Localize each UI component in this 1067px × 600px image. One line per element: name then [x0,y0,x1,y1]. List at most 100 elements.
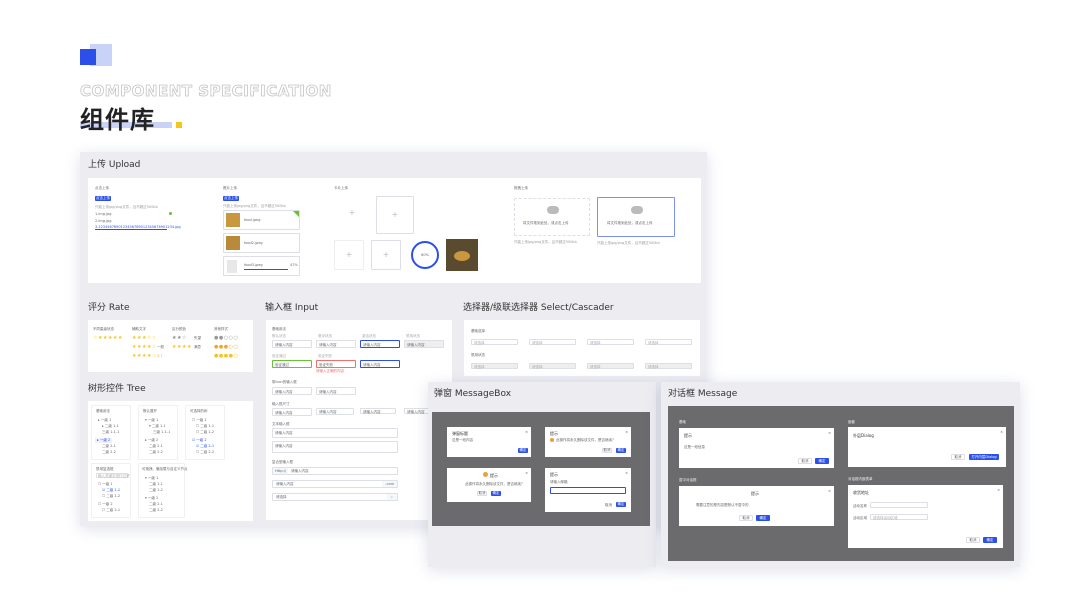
input-default[interactable]: 请输入内容 [272,340,312,348]
photo-upload-button[interactable]: 点击上传 [223,196,239,201]
upload-button[interactable]: 点击上传 [95,196,111,201]
input-medium[interactable]: 请输入内容 [316,408,354,415]
tree-checkable: 可选择的树 ☐ 一级 1 ☐ 二级 1-1 ☐ 二级 1-2 ☑ 一级 2 ☑ … [185,405,225,460]
input-select-style[interactable]: 请输入内容 [360,360,400,368]
rate-circles[interactable]: ●●●●○ [214,353,238,359]
confirm-button[interactable]: 确定 [616,448,626,453]
select-basic[interactable]: 请选择 [529,339,576,345]
select-basic[interactable]: 请选择 [587,339,634,345]
cancel-button[interactable]: 取消 [602,448,612,453]
input-large[interactable]: 请输入内容 [272,408,312,416]
rate-stars[interactable]: ★★★★☆ [132,353,157,359]
add-card-icon[interactable]: + [338,208,366,228]
close-icon[interactable]: × [828,489,831,493]
file-item[interactable]: 1.img.jpg [95,212,111,216]
rate-circles[interactable]: ●●●○○ [214,344,238,350]
input-with-suffix[interactable]: 请输入内容 .com [272,480,398,488]
messagebox-4: 提示 × 请输入邮箱 取消 确定 [545,468,631,512]
cancel-button[interactable]: 取消 [798,458,812,464]
textarea[interactable]: 请输入内容 [272,428,398,438]
confirm-button[interactable]: 确定 [983,537,997,543]
confirm-button[interactable]: 确定 [815,458,829,464]
cloud-upload-icon [631,206,643,214]
input-active[interactable]: 请输入内容 [360,340,400,348]
tree-disabled: 禁用复选框 输入关键字进行过滤 ☐ 一级 1 ☑ 二级 1-1 ☐ 二级 1-2… [91,463,131,518]
close-icon[interactable]: × [828,431,831,435]
input-hover[interactable]: 请输入内容 [316,340,356,348]
upload-card-slot[interactable]: + [376,196,414,234]
activity-name-input[interactable] [870,502,928,508]
close-icon[interactable]: × [525,430,528,434]
open-inner-dialog-button[interactable]: 打开内层Dialog [969,454,999,460]
input-with-select[interactable]: 请选择 ⌕ [272,493,398,501]
input-search[interactable]: 请输入内容 [316,387,356,395]
section-tree-label: 树形控件 Tree [88,384,146,394]
input-with-icon[interactable]: 请输入内容 [272,387,312,395]
rate-card: 不同星级状态 辅助文字 区分颜色 其他样式 ☆★★★★★ ★★★☆☆ ★★☆ 失… [88,320,253,372]
success-icon [169,212,172,215]
section-upload-label: 上传 Upload [88,160,141,170]
upload-card-slot[interactable]: + [334,240,364,270]
cancel-button[interactable]: 取消 [966,537,980,543]
messagebox-1: 弹窗标题 × 这是一段内容 确定 [447,427,531,457]
cancel-button[interactable]: 取消 [951,454,965,460]
close-icon[interactable]: × [625,471,628,475]
confirm-button[interactable]: 确定 [491,491,501,496]
input-small[interactable]: 请输入内容 [360,408,396,414]
prompt-input[interactable] [550,487,626,494]
confirm-button[interactable]: 确定 [518,448,528,453]
page-title: 组件库 [80,106,155,134]
select-basic[interactable]: 请选择 [645,339,692,345]
tree-basic: 基础用法 ▸ 一级 1 ▸ 二级 1-1 三级 1-1-1 ▸ 一级 2 二级 … [91,405,131,460]
confirm-button[interactable]: 确定 [616,502,626,507]
title-accent-dot [176,122,182,128]
cancel-button[interactable]: 取消 [477,491,487,496]
drag-upload-area-hover[interactable]: 将文件拖到此处，或点击上传 [597,197,675,237]
select-basic[interactable]: 请选择 [471,339,518,345]
input-disabled: 请输入内容 [404,340,444,348]
select-card: 基础选择 请选择 请选择 请选择 请选择 禁用状态 请选择 请选择 请选择 请选… [464,320,700,376]
rate-stars[interactable]: ★★★★ [172,344,192,350]
close-icon[interactable]: × [525,471,528,475]
input-card: 基础用法 默认状态 悬浮状态 激活状态 禁用状态 请输入内容 请输入内容 请输入… [266,320,452,520]
textarea-autosize[interactable]: 请输入内容 [272,441,398,453]
rate-stars[interactable]: ★★★☆☆ [132,335,157,341]
rate-stars[interactable]: ★★☆ [172,335,187,341]
messagebox-2: 提示 × 此操作将永久删除该文件，是否继续？ 取消 确定 [545,427,631,457]
progress-circle: 60% [411,241,439,269]
photo-file-item[interactable]: food3.jpeg 47% [223,256,300,276]
cancel-button[interactable]: 取消 [739,515,753,521]
food-thumbnail [226,213,240,227]
page-subtitle: COMPONENT SPECIFICATION [80,82,332,101]
section-messagebox-label: 弹窗 MessageBox [434,389,512,399]
upload-card-slot[interactable]: + [371,240,401,270]
dialog-backdrop: 基础 提示 × 这是一段信息 取消 确定 嵌套 外层Dialog × 取消 打开… [668,406,1014,561]
section-message-label: 对话框 Message [668,389,738,399]
input-valid[interactable]: 验证通过 [272,360,312,368]
select-disabled: 请选择 [645,363,692,369]
close-icon[interactable]: × [1000,430,1003,434]
close-icon[interactable]: × [997,488,1000,492]
rate-circles[interactable]: ●●○○○ [214,335,238,341]
confirm-button[interactable]: 确定 [756,515,770,521]
activity-area-select[interactable]: 请选择活动区域 [870,514,928,520]
upload-card: 点击上传 点击上传 只能上传jpg/png文件，且不超过500kb 1.img.… [88,178,701,283]
messagebox-backdrop: 弹窗标题 × 这是一段内容 确定 提示 × 此操作将永久删除该文件，是否继续？ … [432,412,650,526]
close-icon[interactable]: × [625,430,628,434]
dialog-nested: 外层Dialog × 取消 打开内层Dialog [848,427,1006,467]
file-icon [227,260,237,273]
file-item[interactable]: 2.img.jpg [95,219,111,223]
rate-stars[interactable]: ★★★★☆ [132,344,157,350]
tree-draggable: 可拖拽、懒加载与自定义节点 ▾ 一级 1 二级 1-1 二级 1-2 ▾ 一级 … [138,463,188,518]
cloud-upload-icon [547,206,559,214]
cancel-link[interactable]: 取消 [605,503,612,508]
photo-file-item[interactable]: food2.jpeg [223,233,300,253]
section-select-label: 选择器/级联选择器 Select/Cascader [463,303,614,313]
rate-stars[interactable]: ☆★★★★★ [93,335,123,341]
input-with-prefix[interactable]: Http:// 请输入内容 [272,467,398,475]
photo-file-item[interactable]: food.jpeg [223,210,300,230]
input-error[interactable]: 验证失败 [316,360,356,368]
drag-upload-area[interactable]: 将文件拖到此处，或点击上传 [514,198,590,236]
select-disabled: 请选择 [471,363,518,369]
select-disabled: 请选择 [529,363,576,369]
